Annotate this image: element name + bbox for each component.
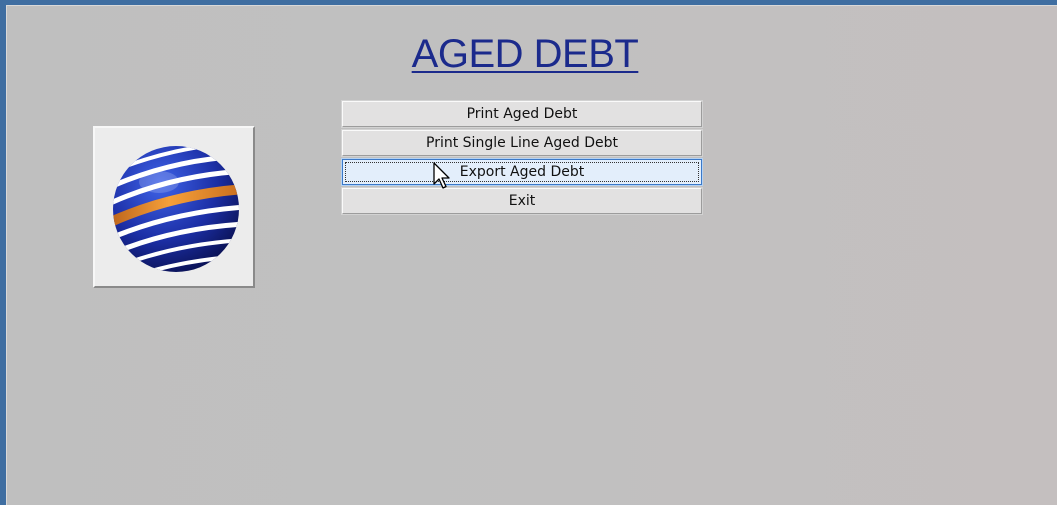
print-single-line-aged-debt-label: Print Single Line Aged Debt <box>426 135 618 151</box>
striped-globe-icon <box>113 146 239 272</box>
exit-button[interactable]: Exit <box>342 188 702 214</box>
logo-panel <box>93 126 255 288</box>
aged-debt-window: AGED DEBT Print Aged Debt Print Single L… <box>6 5 1057 505</box>
aged-debt-menu: Print Aged Debt Print Single Line Aged D… <box>342 101 702 217</box>
export-aged-debt-label: Export Aged Debt <box>459 164 585 180</box>
exit-label: Exit <box>508 193 536 209</box>
export-aged-debt-button[interactable]: Export Aged Debt <box>342 159 702 185</box>
print-aged-debt-button[interactable]: Print Aged Debt <box>342 101 702 127</box>
print-single-line-aged-debt-button[interactable]: Print Single Line Aged Debt <box>342 130 702 156</box>
print-aged-debt-label: Print Aged Debt <box>466 106 578 122</box>
page-title: AGED DEBT <box>411 32 639 76</box>
